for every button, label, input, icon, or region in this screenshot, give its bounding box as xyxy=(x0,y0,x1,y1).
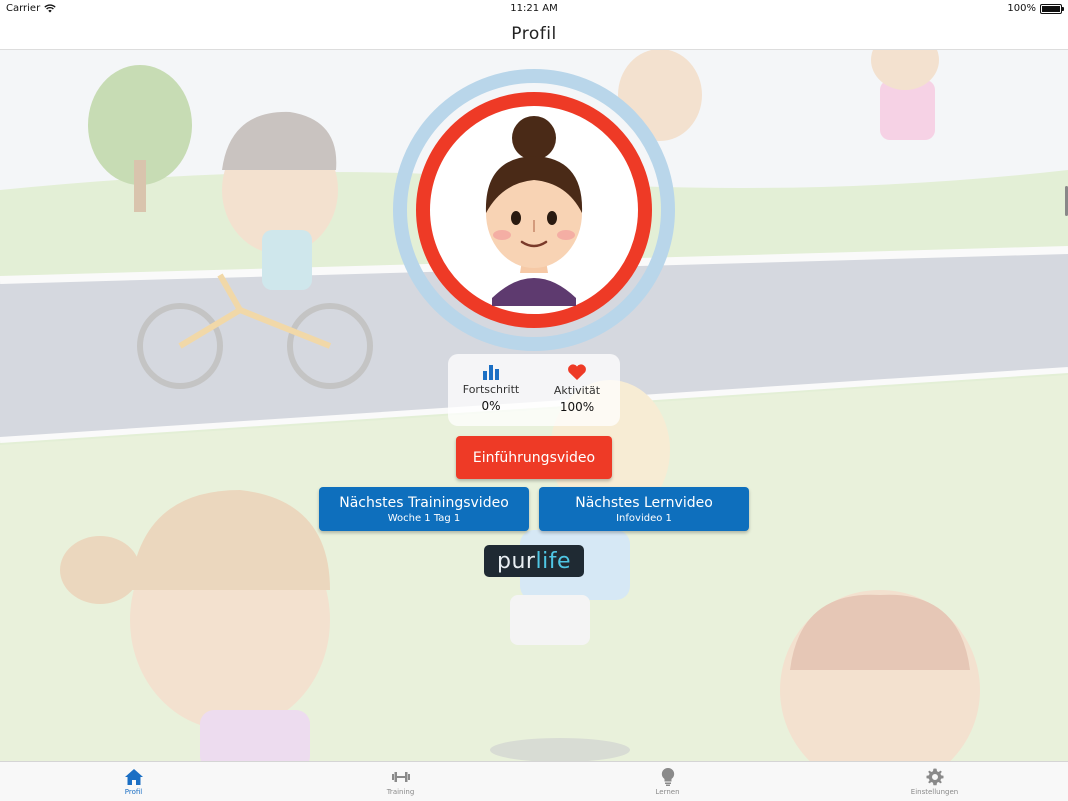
stat-progress-label: Fortschritt xyxy=(462,383,520,396)
logo-part-life: life xyxy=(535,548,571,574)
stat-progress[interactable]: Fortschritt 0% xyxy=(448,354,534,426)
next-learn-video-button[interactable]: Nächstes Lernvideo Infovideo 1 xyxy=(539,487,749,531)
logo-part-pur: pur xyxy=(497,548,536,574)
page-title: Profil xyxy=(511,23,557,44)
intro-video-button[interactable]: Einführungsvideo xyxy=(456,436,612,479)
tab-einstellungen-label: Einstellungen xyxy=(910,788,959,796)
purlife-logo: pur life xyxy=(484,545,584,577)
stat-progress-value: 0% xyxy=(481,399,501,413)
avatar[interactable] xyxy=(392,68,676,352)
next-training-video-button[interactable]: Nächstes Trainingsvideo Woche 1 Tag 1 xyxy=(319,487,529,531)
next-learn-video-label: Nächstes Lernvideo xyxy=(575,494,713,511)
battery-icon xyxy=(1040,3,1064,14)
profile-content: Fortschritt 0% Aktivität 100% Einführung… xyxy=(0,50,1068,761)
tab-training-label: Training xyxy=(386,788,415,796)
stat-activity-label: Aktivität xyxy=(553,384,601,397)
nav-bar: Profil xyxy=(0,18,1068,50)
status-time: 11:21 AM xyxy=(510,3,558,14)
tab-lernen-label: Lernen xyxy=(655,788,680,796)
stat-activity-value: 100% xyxy=(559,400,595,414)
dumbbell-icon xyxy=(391,772,410,782)
tab-einstellungen[interactable]: Einstellungen xyxy=(801,762,1068,801)
next-training-video-sub: Woche 1 Tag 1 xyxy=(387,512,461,524)
tab-profil-label: Profil xyxy=(124,788,143,796)
home-icon xyxy=(124,769,143,785)
lightbulb-icon xyxy=(661,767,674,786)
tab-lernen[interactable]: Lernen xyxy=(534,762,801,801)
tab-bar: Profil Training Lernen Einstellungen xyxy=(0,761,1068,801)
next-learn-video-sub: Infovideo 1 xyxy=(616,512,672,524)
tab-profil[interactable]: Profil xyxy=(0,762,267,801)
stat-activity[interactable]: Aktivität 100% xyxy=(534,354,620,426)
stats-card: Fortschritt 0% Aktivität 100% xyxy=(448,354,620,426)
bar-chart-icon xyxy=(483,365,499,380)
battery-percent: 100% xyxy=(1007,3,1036,14)
gear-icon xyxy=(926,768,943,786)
tab-training[interactable]: Training xyxy=(267,762,534,801)
heart-icon xyxy=(568,364,586,380)
avatar-ring xyxy=(393,69,675,351)
status-bar: Carrier 11:21 AM 100% xyxy=(0,0,1068,18)
next-training-video-label: Nächstes Trainingsvideo xyxy=(339,494,509,511)
